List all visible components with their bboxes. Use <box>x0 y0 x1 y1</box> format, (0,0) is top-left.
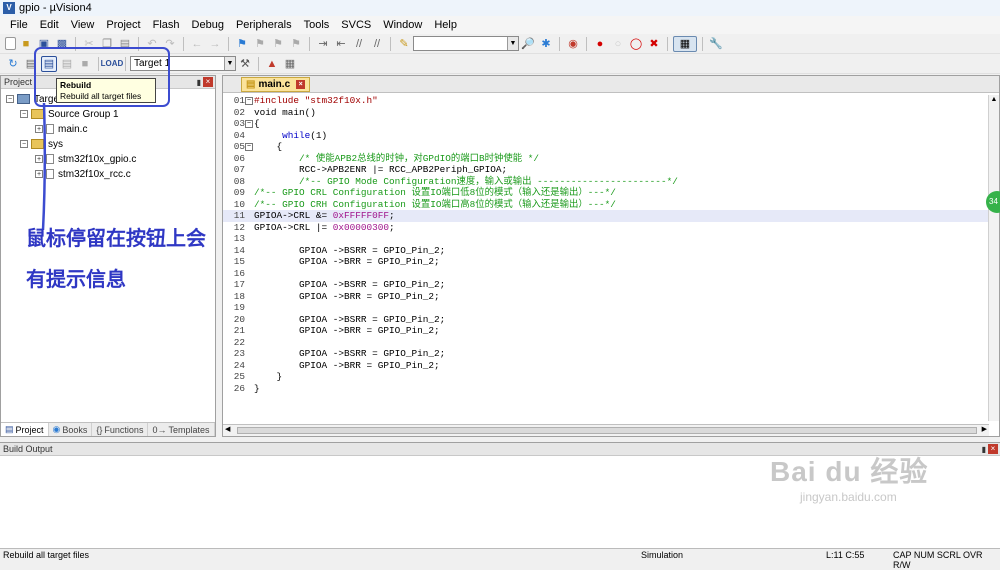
watermark-url: jingyan.baidu.com <box>800 490 897 504</box>
annotation-arrow-line <box>41 102 47 231</box>
baidu-watermark: Bai du 经验 jingyan.baidu.com <box>770 450 990 504</box>
watermark-brand: Bai du 经验 <box>770 456 929 487</box>
annotation-line-1: 鼠标停留在按钮上会 <box>26 228 206 250</box>
annotation-text: 鼠标停留在按钮上会 有提示信息 <box>26 219 246 301</box>
annotation-line-2: 有提示信息 <box>26 269 126 291</box>
